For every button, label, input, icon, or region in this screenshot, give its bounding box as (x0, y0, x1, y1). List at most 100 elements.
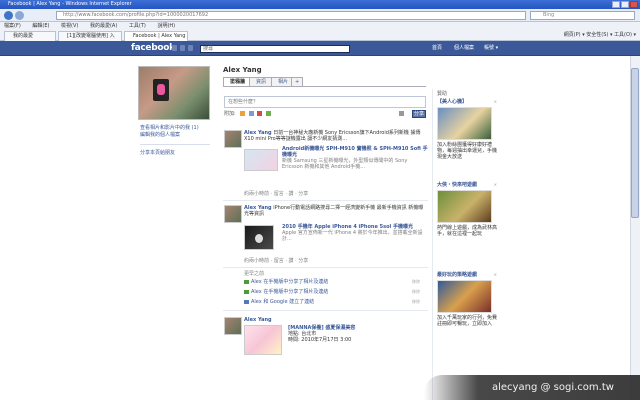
tab-underline (223, 86, 426, 87)
profile-picture[interactable] (138, 66, 210, 120)
event-thumbnail[interactable] (244, 325, 282, 355)
menu-view[interactable]: 檢視(V) (61, 23, 78, 29)
nav-home-link[interactable]: 首頁 (432, 45, 442, 52)
ad-title[interactable]: 最好玩的策略遊戲 (437, 272, 497, 278)
facebook-header: facebook 搜尋 首頁 個人檔案 帳號 ▾ (0, 41, 640, 56)
maximize-icon[interactable] (621, 1, 629, 8)
ad-image[interactable] (437, 190, 492, 223)
mini-feed-header: 更早之前 (244, 271, 265, 277)
link-icon (244, 299, 249, 304)
menu-tools[interactable]: 工具(T) (129, 23, 146, 29)
tab-add[interactable]: + (291, 77, 304, 86)
menu-file[interactable]: 檔案(F) (4, 23, 21, 29)
left-divider (140, 144, 210, 145)
ad-description: 加入千萬玩家的行列，免費註冊即可暢玩，立即加入 (437, 315, 498, 327)
browser-tabbar: 我的最愛 [1][改變電腦使用] 入口... Facebook | Alex Y… (0, 30, 640, 48)
address-bar: http://www.facebook.com/profile.php?id=1… (0, 9, 640, 22)
favorites-button[interactable]: 我的最愛 (4, 31, 56, 41)
close-icon[interactable] (630, 1, 638, 8)
remove-link[interactable]: 移除 (412, 279, 420, 285)
mini-feed-item[interactable]: Alex 在手機版中分享了相片及連結 (244, 289, 328, 295)
messages-icon[interactable] (180, 45, 185, 51)
attach-row: 附加: 分享 (224, 110, 426, 118)
link-preview: Android新機曝光 SPH-M910 實機照 & SPH-M910 Sofi… (282, 146, 428, 170)
link-title[interactable]: Android新機曝光 SPH-M910 實機照 & SPH-M910 Sofi… (282, 146, 428, 158)
story-avatar[interactable] (224, 317, 242, 335)
ad-close-icon[interactable]: × (494, 272, 497, 278)
ad-description: 加入粉絲團獲得好康好禮物，每週抽出幸運兒，手機現金大放送 (437, 142, 498, 160)
feed-story: Alex Yang 日前一台神秘大廠新機 Sony Ericsson旗下Andr… (244, 130, 428, 142)
menu-favorites[interactable]: 我的最愛(A) (90, 23, 117, 29)
sponsored-label: 贊助 (437, 91, 448, 97)
window-title: Facebook | Alex Yang - Windows Internet … (8, 1, 132, 7)
ad-title[interactable]: 【美人心機】 (437, 99, 497, 105)
menu-help[interactable]: 說明(H) (157, 23, 175, 29)
browser-search-input[interactable]: Bing (530, 11, 635, 20)
status-input[interactable]: 在想些什麼？ (224, 96, 426, 108)
feed-divider (223, 200, 428, 201)
ad-description: 熱門線上遊戲，成為武林高手，就在這裡一起玩 (437, 225, 498, 237)
ad-image[interactable] (437, 107, 492, 140)
photo-attach-icon[interactable] (240, 111, 246, 116)
nav-profile-link[interactable]: 個人檔案 (454, 45, 474, 52)
mini-feed-item[interactable]: Alex 和 Google 建立了連結 (244, 299, 314, 305)
facebook-search-input[interactable]: 搜尋 (200, 45, 350, 53)
url-input[interactable]: http://www.facebook.com/profile.php?id=1… (56, 11, 526, 20)
window-titlebar: Facebook | Alex Yang - Windows Internet … (0, 0, 640, 9)
ad-card[interactable]: 【美人心機】 × 加入粉絲團獲得好康好禮物，每週抽出幸運兒，手機現金大放送 (437, 99, 497, 160)
forward-icon[interactable] (15, 11, 24, 20)
facebook-logo[interactable]: facebook (131, 43, 175, 53)
notifications-icon[interactable] (188, 45, 193, 51)
remove-link[interactable]: 移除 (412, 289, 420, 295)
mobile-icon (244, 279, 249, 284)
mini-feed-item[interactable]: Alex 在手機版中分享了相片及連結 (244, 279, 328, 285)
story-meta[interactable]: 約兩小時前 · 留言 · 讚 · 分享 (244, 191, 428, 197)
ad-card[interactable]: 大俠・快來吧遊戲 × 熱門線上遊戲，成為武林高手，就在這裡一起玩 (437, 182, 497, 237)
link-description: 新機 Samsung 三星新機曝光，外型類似傳聞中的 Sony Ericsson… (282, 158, 408, 170)
feed-divider (223, 267, 428, 268)
ad-close-icon[interactable]: × (494, 99, 497, 105)
tab-wall[interactable]: 塗鴉牆 (223, 77, 253, 86)
ad-title[interactable]: 大俠・快來吧遊戲 (437, 182, 497, 188)
browser-tools[interactable]: 網頁(P) ▾ 安全性(S) ▾ 工具(O) ▾ (564, 32, 636, 39)
photos-of-me-link[interactable]: 查看相片和影片中的我 (1) (140, 125, 199, 131)
privacy-lock-icon[interactable] (399, 111, 404, 116)
mobile-icon (244, 289, 249, 294)
remove-link[interactable]: 移除 (412, 299, 420, 305)
story-avatar[interactable] (224, 130, 242, 148)
ad-image[interactable] (437, 280, 492, 313)
event-attach-icon[interactable] (257, 111, 263, 116)
ad-close-icon[interactable]: × (494, 182, 497, 188)
nav-account-menu[interactable]: 帳號 ▾ (484, 45, 498, 52)
link-thumbnail[interactable] (244, 225, 274, 250)
story-author[interactable]: Alex Yang (244, 317, 272, 323)
crosswalk-signal-icon (153, 79, 169, 101)
share-button[interactable]: 分享 (412, 110, 426, 118)
attach-label: 附加: (224, 111, 236, 117)
event-details: [MANNA保養] 盛夏保濕美容 地點: 台北市 時間: 2010年7月17日 … (288, 325, 428, 343)
tab-info[interactable]: 資訊 (249, 77, 274, 86)
feed-story: Alex Yang iPhone行動電話網路搜尋二擇一經濟變新手機 最新手機資訊… (244, 205, 428, 217)
watermark: alecyang @ sogi.com.tw (424, 375, 640, 400)
story-avatar[interactable] (224, 205, 242, 223)
video-attach-icon[interactable] (248, 111, 254, 116)
link-description: Apple 官方宣佈新一代 iPhone 4 將於今年推出，並搭載全新設計... (282, 230, 423, 242)
profile-name: Alex Yang (223, 66, 262, 74)
feed-divider (223, 310, 428, 311)
browser-tab-active[interactable]: Facebook | Alex Yang (124, 31, 188, 41)
browser-tab-1[interactable]: [1][改變電腦使用] 入口... (58, 31, 122, 48)
friend-requests-icon[interactable] (172, 45, 177, 51)
link-attach-icon[interactable] (266, 111, 272, 116)
share-profile-link[interactable]: 分享本頁給朋友 (140, 150, 175, 156)
ad-card[interactable]: 最好玩的策略遊戲 × 加入千萬玩家的行列，免費註冊即可暢玩，立即加入 (437, 272, 497, 327)
minimize-icon[interactable] (612, 1, 620, 8)
feed-story: Alex Yang (244, 317, 428, 323)
back-icon[interactable] (4, 11, 13, 20)
scrollbar-thumb[interactable] (631, 68, 639, 218)
story-meta[interactable]: 約兩小時前 · 留言 · 讚 · 分享 (244, 258, 428, 264)
apple-logo-icon (255, 234, 263, 243)
edit-profile-link[interactable]: 編輯我的個人檔案 (140, 132, 180, 138)
link-preview: 2010 手機年 Apple iPhone 4 iPhone 5sol 手機曝光… (282, 224, 428, 242)
menu-edit[interactable]: 編輯(E) (32, 23, 49, 29)
link-thumbnail[interactable] (244, 149, 278, 171)
